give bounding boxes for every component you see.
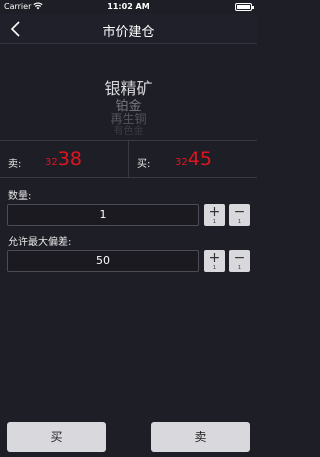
sell-button[interactable]: 卖 [151,422,250,452]
plus-icon: + [208,250,221,266]
nav-bar: 市价建仓 [0,14,257,44]
quantity-decrement-step: 1 [237,219,242,225]
sell-price-cell: 卖: 3238 [0,141,128,177]
sell-price-main: 38 [57,148,82,170]
status-time: 11:02 AM [107,2,150,11]
price-row: 卖: 3238 买: 3245 [0,140,257,178]
buy-price-label: 买: [137,159,151,170]
minus-icon: − [233,250,246,266]
buy-price-cell: 买: 3245 [129,141,257,177]
battery-icon [235,3,254,11]
deviation-decrement-button[interactable]: − 1 [229,250,250,272]
deviation-increment-button[interactable]: + 1 [204,250,225,272]
plus-icon: + [208,204,221,220]
quantity-increment-button[interactable]: + 1 [204,204,225,226]
buy-price-value: 3245 [175,148,212,170]
sell-price-value: 3238 [45,148,82,170]
deviation-increment-step: 1 [212,265,217,271]
page-title: 市价建仓 [102,25,155,40]
product-picker[interactable]: 银精矿 铂金 再生铜 有色金 [0,45,257,140]
minus-icon: − [233,204,246,220]
quantity-increment-step: 1 [212,219,217,225]
sell-price-prefix: 32 [45,157,58,168]
buy-price-main: 45 [187,148,212,170]
quantity-decrement-button[interactable]: − 1 [229,204,250,226]
quantity-input[interactable]: 1 [7,204,199,226]
status-bar: Carrier 11:02 AM [0,0,257,14]
picker-item[interactable]: 有色金 [0,122,257,137]
quantity-label: 数量: [8,191,32,202]
deviation-label: 允许最大偏差: [8,237,72,248]
sell-price-label: 卖: [8,159,22,170]
deviation-decrement-step: 1 [237,265,242,271]
buy-button[interactable]: 买 [7,422,106,452]
buy-price-prefix: 32 [175,157,188,168]
deviation-input[interactable]: 50 [7,250,199,272]
